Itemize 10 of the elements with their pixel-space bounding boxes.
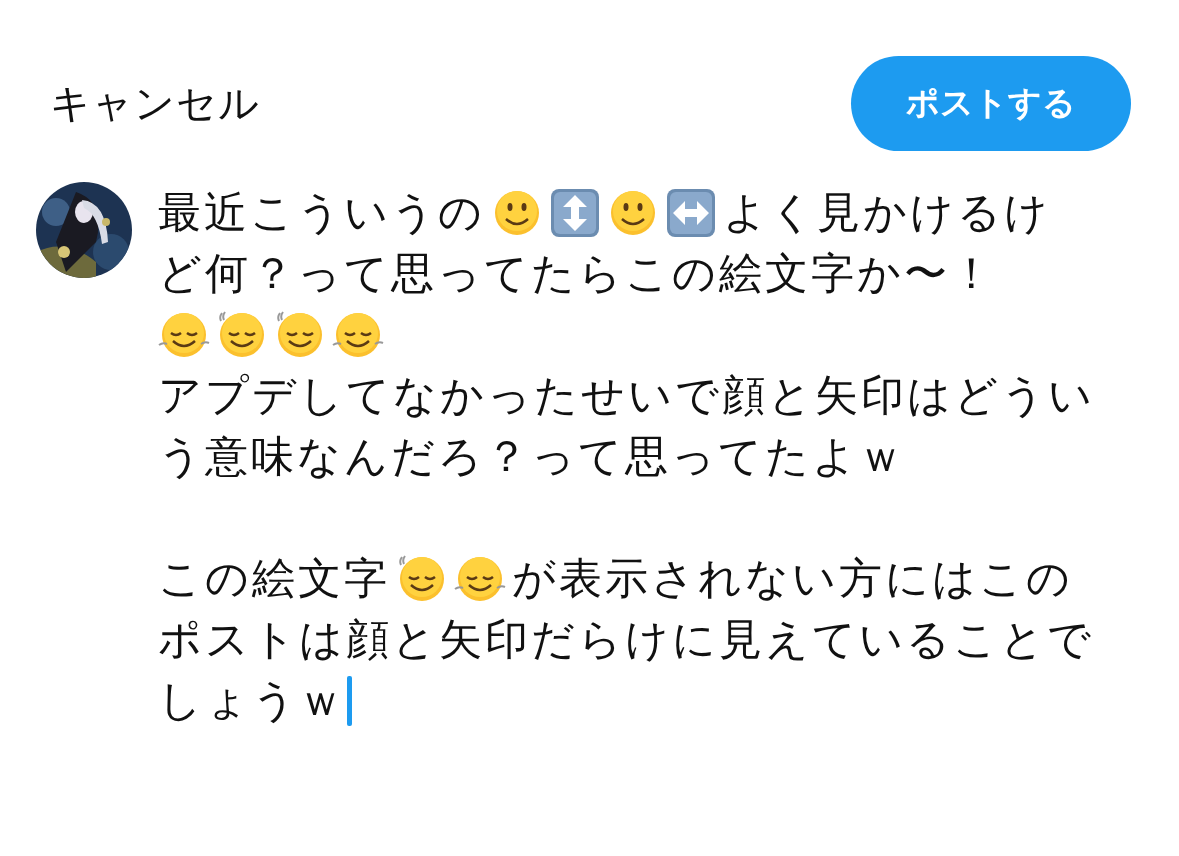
draft-text: が表示されない方にはこの — [512, 551, 1073, 605]
cancel-button[interactable]: キャンセル — [50, 75, 260, 131]
draft-text: 最近こういうの — [158, 185, 485, 239]
draft-text: アプデしてなかったせいで顔と矢印はどうい — [158, 368, 1095, 422]
draft-text: ど何？って思ってたらこの絵文字か〜！ — [158, 246, 996, 300]
draft-text: う意味なんだろ？って思ってたよｗ — [158, 429, 905, 483]
draft-text: この絵文字 — [158, 551, 390, 605]
draft-text: ポストは顔と矢印だらけに見えていることで — [158, 612, 1094, 666]
draft-text: しょうｗ — [158, 673, 345, 727]
draft-text: よく見かけるけ — [723, 185, 1051, 239]
